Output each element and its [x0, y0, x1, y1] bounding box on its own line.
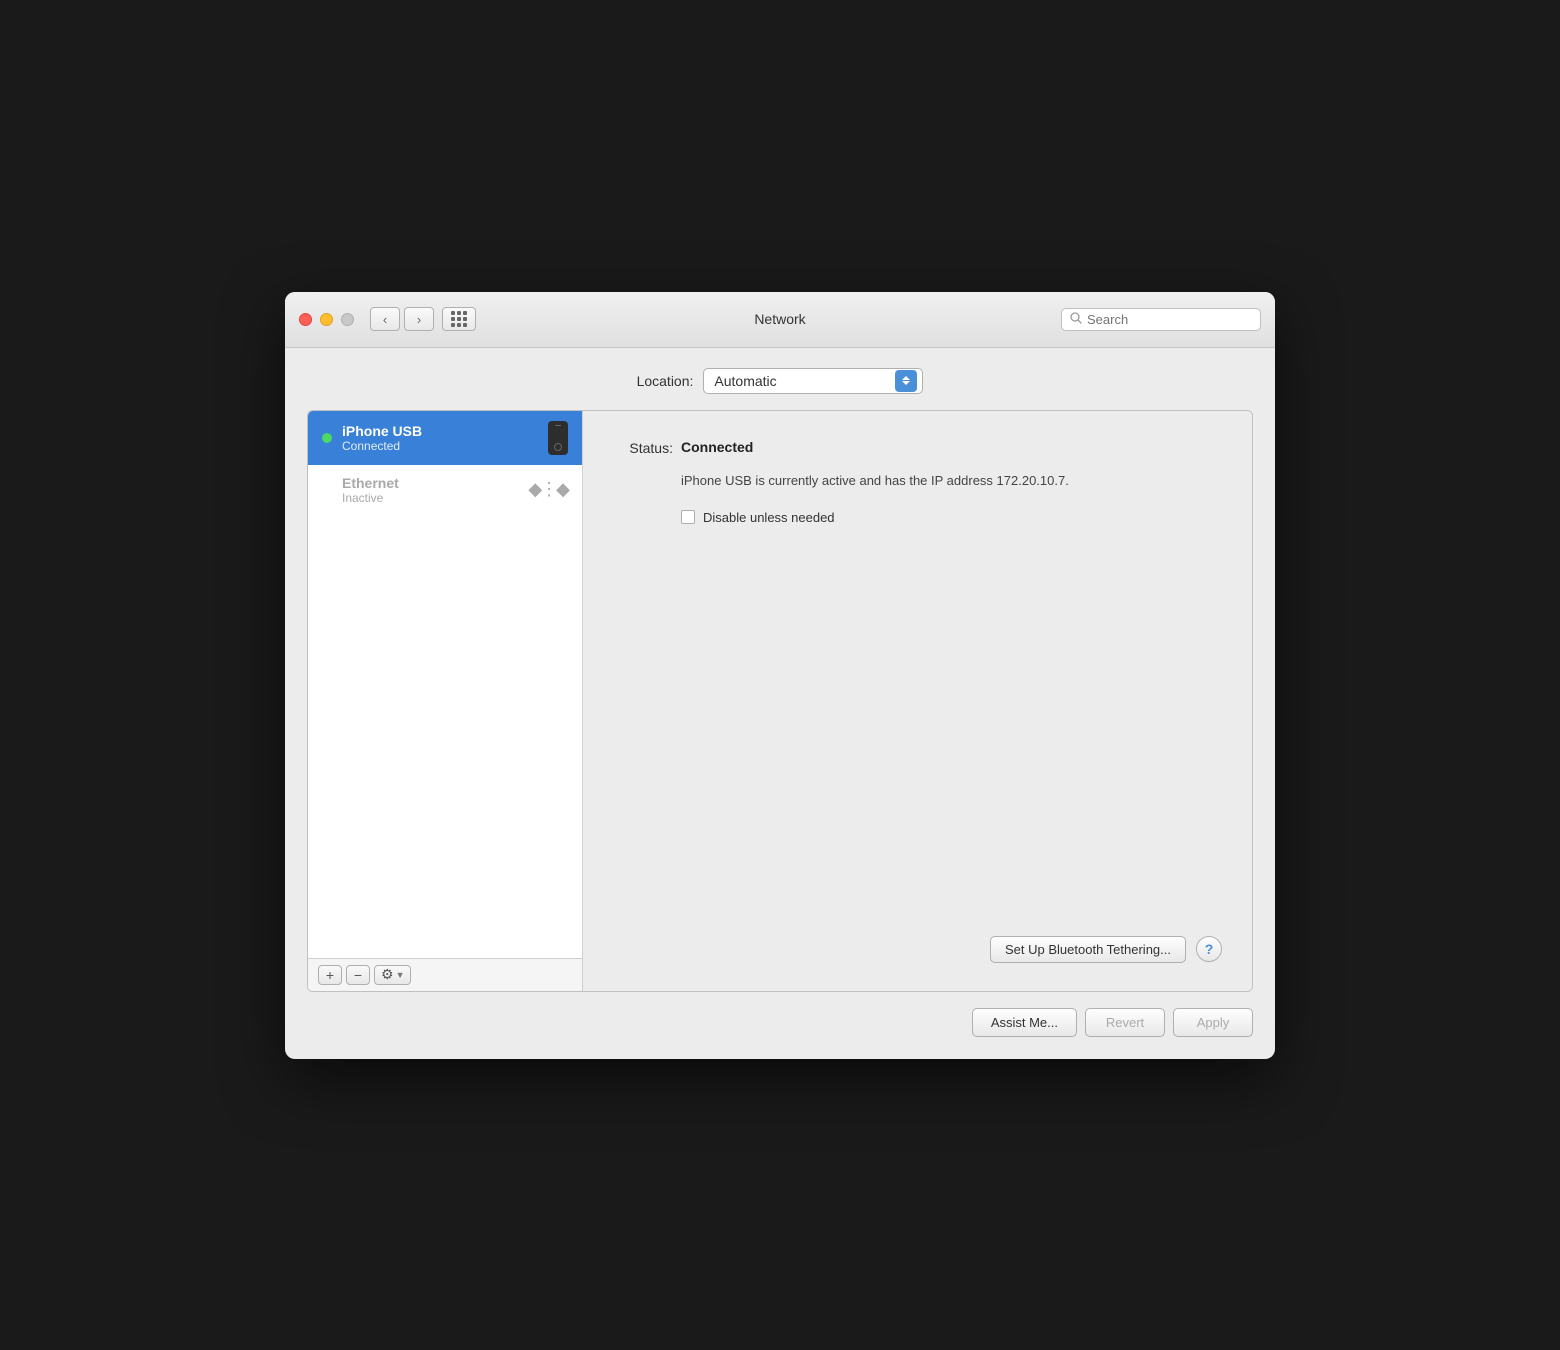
bluetooth-tethering-button[interactable]: Set Up Bluetooth Tethering... — [990, 936, 1186, 963]
sidebar-list: iPhone USB Connected Ethernet Inactive — [308, 411, 582, 958]
status-description: iPhone USB is currently active and has t… — [681, 472, 1222, 490]
iphone-usb-name: iPhone USB — [342, 423, 538, 439]
ethernet-arrows-icon: ◆⋮◆ — [528, 479, 568, 499]
disable-unless-needed-label: Disable unless needed — [703, 510, 835, 525]
sidebar-item-ethernet[interactable]: Ethernet Inactive ◆⋮◆ — [308, 465, 582, 515]
status-row: Status: Connected — [613, 439, 1222, 456]
sidebar: iPhone USB Connected Ethernet Inactive — [308, 411, 583, 991]
ethernet-name: Ethernet — [342, 475, 518, 491]
iphone-usb-status-dot — [322, 433, 332, 443]
help-button[interactable]: ? — [1196, 936, 1222, 962]
search-input[interactable] — [1087, 312, 1252, 327]
location-select-wrapper: Automatic Home Work Edit Locations... — [703, 368, 923, 394]
gear-chevron-icon: ▼ — [396, 970, 405, 980]
ethernet-status: Inactive — [342, 491, 518, 505]
revert-button[interactable]: Revert — [1085, 1008, 1165, 1037]
ethernet-icon: ◆⋮◆ — [528, 479, 568, 500]
sidebar-toolbar: + − ⚙ ▼ — [308, 958, 582, 991]
main-panel: iPhone USB Connected Ethernet Inactive — [307, 410, 1253, 992]
grid-button[interactable] — [442, 307, 476, 331]
status-field-label: Status: — [613, 439, 673, 456]
search-box — [1061, 308, 1261, 331]
ethernet-status-dot — [322, 485, 332, 495]
iphone-icon — [548, 421, 568, 455]
gear-icon: ⚙ — [381, 966, 394, 983]
location-row: Location: Automatic Home Work Edit Locat… — [307, 368, 1253, 394]
iphone-usb-text: iPhone USB Connected — [342, 423, 538, 453]
iphone-device-icon — [548, 421, 568, 455]
network-settings-button[interactable]: ⚙ ▼ — [374, 965, 411, 985]
forward-button[interactable]: › — [404, 307, 434, 331]
back-button[interactable]: ‹ — [370, 307, 400, 331]
checkbox-row: Disable unless needed — [681, 510, 1222, 525]
window: ‹ › Network Location: — [285, 292, 1275, 1059]
minimize-button[interactable] — [320, 313, 333, 326]
traffic-lights — [299, 313, 354, 326]
detail-bottom: Set Up Bluetooth Tethering... ? — [613, 936, 1222, 963]
ethernet-text: Ethernet Inactive — [342, 475, 518, 505]
iphone-usb-status: Connected — [342, 439, 538, 453]
remove-network-button[interactable]: − — [346, 965, 370, 985]
window-title: Network — [754, 311, 805, 327]
titlebar: ‹ › Network — [285, 292, 1275, 348]
grid-icon — [451, 311, 467, 327]
assist-me-button[interactable]: Assist Me... — [972, 1008, 1077, 1037]
search-icon — [1070, 312, 1082, 327]
apply-button[interactable]: Apply — [1173, 1008, 1253, 1037]
add-network-button[interactable]: + — [318, 965, 342, 985]
nav-buttons: ‹ › — [370, 307, 434, 331]
action-bar: Assist Me... Revert Apply — [307, 1008, 1253, 1037]
close-button[interactable] — [299, 313, 312, 326]
location-label: Location: — [637, 373, 694, 389]
maximize-button[interactable] — [341, 313, 354, 326]
content: Location: Automatic Home Work Edit Locat… — [285, 348, 1275, 1059]
detail-panel: Status: Connected iPhone USB is currentl… — [583, 411, 1252, 991]
location-select[interactable]: Automatic Home Work Edit Locations... — [703, 368, 923, 394]
status-field-value: Connected — [681, 439, 753, 455]
disable-unless-needed-checkbox[interactable] — [681, 510, 695, 524]
sidebar-item-iphone-usb[interactable]: iPhone USB Connected — [308, 411, 582, 465]
